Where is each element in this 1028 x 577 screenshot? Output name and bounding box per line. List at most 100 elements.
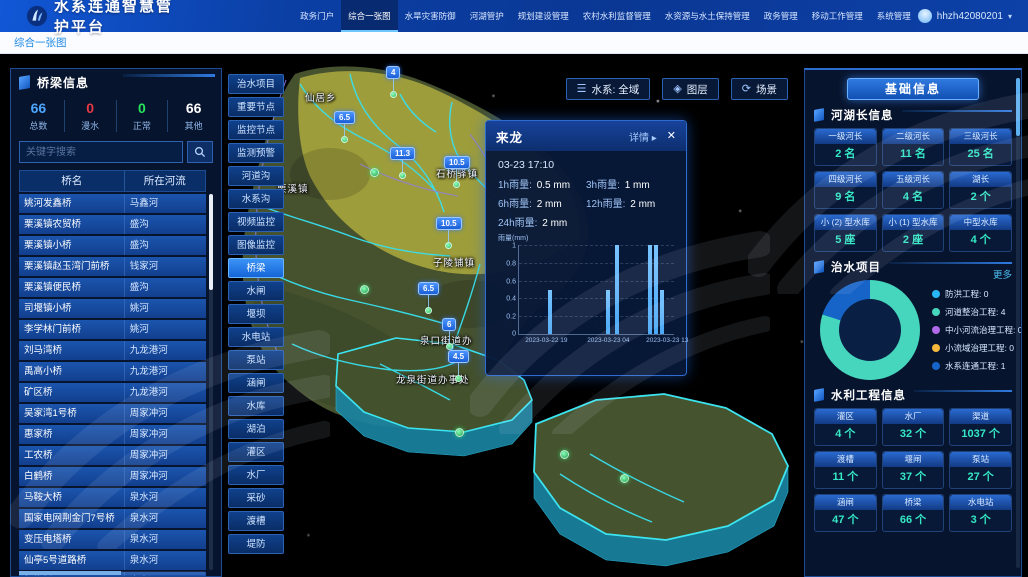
layer-item-4[interactable]: 河道沟 [228,166,284,186]
layer-item-15[interactable]: 湖泊 [228,419,284,439]
layer-item-2[interactable]: 监控节点 [228,120,284,140]
nav-item-3[interactable]: 河湖管护 [463,0,511,32]
layer-item-6[interactable]: 视频监控 [228,212,284,232]
info-cell-label: 二级河长 [883,129,944,144]
table-row[interactable]: 矿区桥九龙港河 [19,383,206,402]
layers-icon: ◈ [673,84,681,95]
station-dot-icon[interactable] [360,285,369,294]
nav-item-0[interactable]: 政务门户 [293,0,341,32]
nav-item-8[interactable]: 移动工作管理 [805,0,870,32]
map-control-1[interactable]: ◈ 图层 [662,78,718,100]
bridge-stats: 66总数0漫水0正常66其他 [11,95,221,140]
bridge-table: 桥名 所在河流 姚河发鑫桥马鑫河栗溪镇农贸桥盛沟栗溪镇小桥盛沟栗溪镇赵玉湾门前桥… [19,170,213,576]
map-control-label: 图层 [687,82,708,97]
table-scrollbar-thumb[interactable] [209,194,213,290]
layer-item-19[interactable]: 渡槽 [228,511,284,531]
more-link[interactable]: 更多 [993,267,1012,281]
map-control-0[interactable]: ☰水系: 全域 [566,78,651,100]
legend-item: 水系连通工程: 1 [932,360,1022,372]
nav-item-2[interactable]: 水旱灾害防御 [398,0,463,32]
close-icon[interactable]: ✕ [667,131,676,142]
table-row[interactable]: 马鞍大桥泉水河 [19,488,206,507]
info-panel-scrollbar-thumb[interactable] [1016,78,1020,136]
stat-label: 正常 [117,119,168,132]
station-marker[interactable]: 4 [386,66,400,98]
search-button[interactable] [187,141,213,163]
river-name-cell: 周家冲河 [124,425,206,444]
layer-item-8[interactable]: 桥梁 [228,258,284,278]
table-row[interactable]: 工农桥周家冲河 [19,446,206,465]
layer-item-16[interactable]: 灌区 [228,442,284,462]
chief-cell-grid: 一级河长2 名二级河长11 名三级河长25 名四级河长9 名五级河长4 名湖长2… [814,128,1012,252]
layer-item-14[interactable]: 水库 [228,396,284,416]
table-hscrollbar-thumb[interactable] [19,571,121,575]
info-cell-label: 小 (2) 型水库 [815,215,876,230]
station-dot-icon[interactable] [560,450,569,459]
layer-item-11[interactable]: 水电站 [228,327,284,347]
search-input[interactable] [19,141,183,163]
stat-value: 0 [65,100,116,116]
table-row[interactable]: 白鹤桥周家冲河 [19,467,206,486]
layer-item-0[interactable]: 治水项目 [228,74,284,94]
layer-item-7[interactable]: 图像监控 [228,235,284,255]
station-dot-icon[interactable] [370,168,379,177]
map-control-2[interactable]: ⟳场景 [731,78,788,100]
layer-item-12[interactable]: 泵站 [228,350,284,370]
bridge-panel-title: 桥梁信息 [37,74,89,91]
table-row[interactable]: 李学林门前桥姚河 [19,320,206,339]
nav-item-1[interactable]: 综合一张图 [341,0,398,32]
layer-item-3[interactable]: 监测预警 [228,143,284,163]
nav-item-9[interactable]: 系统管理 [870,0,918,32]
table-row[interactable]: 司堰镇小桥姚河 [19,299,206,318]
info-cell-label: 水电站 [950,495,1011,510]
nav-item-5[interactable]: 农村水利监督管理 [576,0,658,32]
station-marker[interactable]: 6 [442,318,456,350]
rain-stat-2: 6h雨量: 2 mm [498,195,586,210]
x-tick-label: 2023-03-23 13 [646,337,688,344]
station-value-pill: 4.5 [448,350,469,363]
station-marker[interactable]: 10.5 [444,156,470,188]
station-dot-icon[interactable] [455,428,464,437]
nav-item-7[interactable]: 政务管理 [757,0,805,32]
table-row[interactable]: 栗溪镇赵玉湾门前桥钱家河 [19,257,206,276]
bridge-name-cell: 工农桥 [19,446,124,465]
station-dot-icon[interactable] [620,474,629,483]
table-row[interactable]: 栗溪镇小桥盛沟 [19,236,206,255]
table-row[interactable]: 姚河发鑫桥马鑫河 [19,194,206,213]
table-row[interactable]: 惠家桥周家冲河 [19,425,206,444]
station-value-pill: 6.5 [418,282,439,295]
info-cell: 水电站3 个 [949,494,1012,532]
station-marker[interactable]: 11.3 [390,147,415,179]
nav-item-6[interactable]: 水资源与水土保持管理 [658,0,757,32]
table-row[interactable]: 变压电塔桥泉水河 [19,530,206,549]
river-name-cell: 周家冲河 [124,404,206,423]
station-marker[interactable]: 6.5 [334,111,355,143]
table-row[interactable]: 刘马湾桥九龙港河 [19,341,206,360]
detail-link[interactable]: 详情 ▸ [629,129,657,144]
table-row[interactable]: 栗溪镇便民桥盛沟 [19,278,206,297]
layer-item-20[interactable]: 堤防 [228,534,284,554]
bridge-stat-2: 0正常 [117,100,169,132]
engineering-cell-grid: 灌区4 个水厂32 个渠道1037 个渡槽11 个堰闸37 个泵站27 个涵闸4… [814,408,1012,532]
station-marker[interactable]: 4.5 [448,350,469,382]
table-row[interactable]: 国家电网荆金门7号桥泉水河 [19,509,206,528]
layer-item-1[interactable]: 重要节点 [228,97,284,117]
basic-info-button[interactable]: 基础信息 [847,78,979,100]
nav-item-4[interactable]: 规划建设管理 [511,0,576,32]
layer-item-5[interactable]: 水系沟 [228,189,284,209]
project-donut-chart [820,280,920,380]
table-row[interactable]: 禹高小桥九龙港河 [19,362,206,381]
station-marker[interactable]: 6.5 [418,282,439,314]
layer-item-17[interactable]: 水厂 [228,465,284,485]
user-menu[interactable]: hhzh42080201 ▾ [918,9,1018,23]
legend-label: 河道整治工程: 4 [945,306,1005,318]
layer-item-13[interactable]: 涵闸 [228,373,284,393]
station-marker[interactable]: 10.5 [436,217,462,249]
layer-item-9[interactable]: 水闸 [228,281,284,301]
marker-dot-icon [445,242,452,249]
table-row[interactable]: 仙亭5号道路桥泉水河 [19,551,206,570]
table-row[interactable]: 栗溪镇农贸桥盛沟 [19,215,206,234]
layer-item-10[interactable]: 堰坝 [228,304,284,324]
table-row[interactable]: 吴家湾1号桥周家冲河 [19,404,206,423]
layer-item-18[interactable]: 采砂 [228,488,284,508]
